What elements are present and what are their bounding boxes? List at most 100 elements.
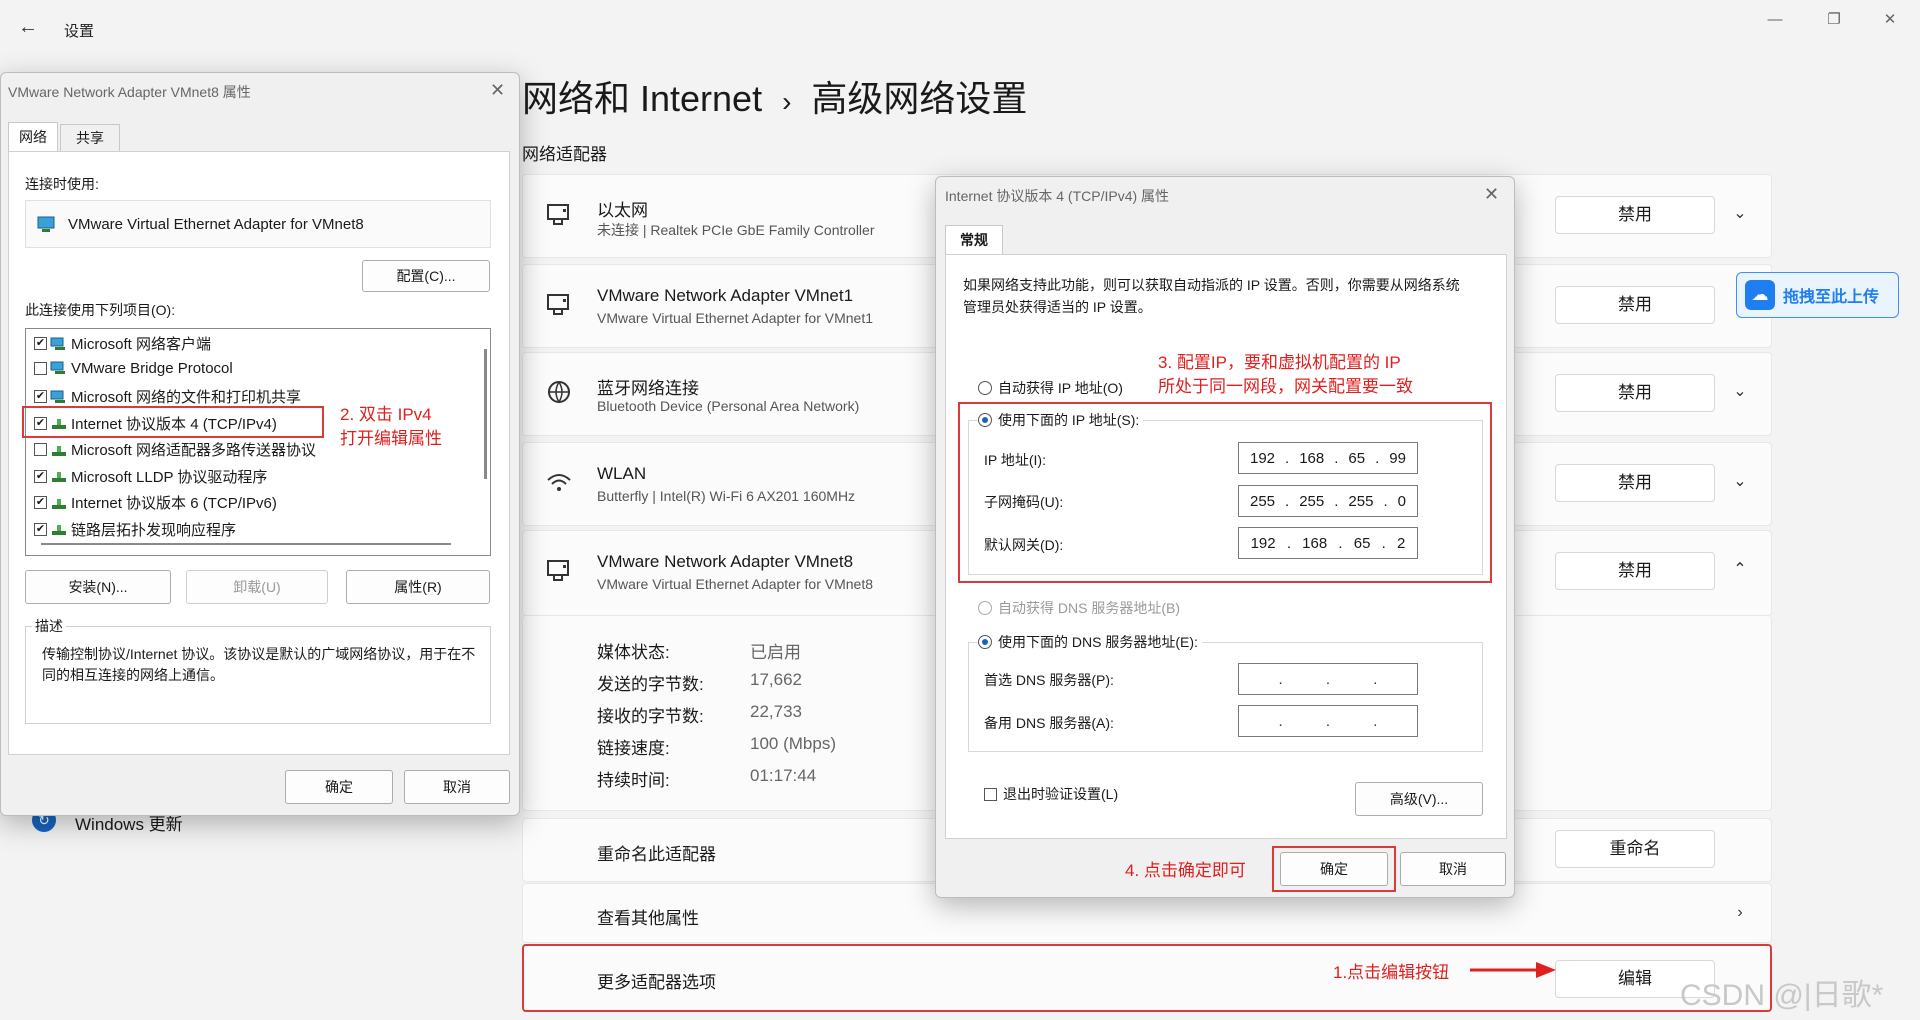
alternate-dns-input[interactable]: . . . bbox=[1238, 705, 1418, 737]
manual-ip-radio[interactable] bbox=[978, 413, 992, 427]
props-cancel-button[interactable]: 取消 bbox=[404, 770, 510, 804]
detail-label: 持续时间: bbox=[597, 771, 670, 790]
section-title: 网络适配器 bbox=[522, 145, 607, 164]
annotation-step3-line2: 所处于同一网段，网关配置要一致 bbox=[1158, 377, 1413, 396]
item-checkbox[interactable] bbox=[34, 443, 47, 456]
breadcrumb: 网络和 Internet › 高级网络设置 bbox=[522, 70, 1027, 122]
chevron-down-icon[interactable]: ⌄ bbox=[1730, 472, 1750, 492]
ip-octet: 168 bbox=[1299, 449, 1325, 467]
validate-option[interactable]: 退出时验证设置(L) bbox=[984, 784, 1118, 804]
adapter-subtitle: Butterfly | Intel(R) Wi-Fi 6 AX201 160MH… bbox=[597, 488, 856, 504]
chevron-up-icon[interactable]: ⌃ bbox=[1730, 560, 1750, 580]
minimize-icon[interactable]: — bbox=[1755, 8, 1795, 32]
annotation-step1: 1.点击编辑按钮 bbox=[1333, 963, 1450, 982]
rename-button[interactable]: 重命名 bbox=[1555, 830, 1715, 868]
list-item[interactable]: ✔ Microsoft LLDP 协议驱动程序 bbox=[34, 466, 267, 487]
props-ok-button[interactable]: 确定 bbox=[285, 770, 393, 804]
annotation-step2-line1: 2. 双击 IPv4 bbox=[340, 405, 432, 424]
validate-checkbox[interactable] bbox=[984, 787, 997, 801]
item-checkbox[interactable]: ✔ bbox=[34, 337, 47, 350]
annotation-step4: 4. 点击确定即可 bbox=[1125, 861, 1246, 880]
breadcrumb-parent[interactable]: 网络和 Internet bbox=[522, 78, 762, 119]
tab-general[interactable]: 常规 bbox=[945, 225, 1003, 255]
list-item[interactable]: VMware Bridge Protocol bbox=[34, 360, 233, 377]
watermark: CSDN @|日歌* bbox=[1680, 979, 1884, 1012]
manual-ip-option[interactable]: 使用下面的 IP 地址(S): bbox=[978, 410, 1144, 430]
tab-sharing[interactable]: 共享 bbox=[60, 124, 120, 152]
network-client-icon bbox=[50, 337, 68, 351]
list-item[interactable]: Microsoft 网络适配器多路传送器协议 bbox=[34, 439, 316, 460]
install-button[interactable]: 安装(N)... bbox=[25, 570, 171, 604]
advanced-button[interactable]: 高级(V)... bbox=[1355, 782, 1483, 816]
adapter-name: VMware Virtual Ethernet Adapter for VMne… bbox=[68, 215, 364, 233]
item-checkbox[interactable]: ✔ bbox=[34, 469, 47, 483]
list-item[interactable]: ✔ Internet 协议版本 6 (TCP/IPv6) bbox=[34, 492, 277, 513]
ipv4-cancel-button[interactable]: 取消 bbox=[1400, 852, 1506, 886]
item-label: Microsoft 网络客户端 bbox=[71, 336, 212, 353]
gateway-octet: 192 bbox=[1250, 534, 1276, 552]
disable-button[interactable]: 禁用 bbox=[1555, 464, 1715, 502]
maximize-icon[interactable]: ❐ bbox=[1814, 8, 1854, 32]
tab-network[interactable]: 网络 bbox=[8, 122, 58, 152]
item-checkbox[interactable] bbox=[34, 361, 47, 375]
detail-label: 链接速度: bbox=[597, 739, 670, 758]
ipv4-dialog-close-icon[interactable]: ✕ bbox=[1484, 184, 1499, 205]
disable-button[interactable]: 禁用 bbox=[1555, 196, 1715, 234]
network-adapter-icon bbox=[37, 216, 55, 232]
item-checkbox[interactable]: ✔ bbox=[34, 496, 47, 509]
detail-value: 22,733 bbox=[750, 702, 802, 721]
globe-icon bbox=[545, 378, 573, 406]
ip-address-input[interactable]: 192. 168. 65. 99 bbox=[1238, 442, 1418, 474]
disable-button[interactable]: 禁用 bbox=[1555, 552, 1715, 590]
list-item[interactable]: ✔ 链路层拓扑发现响应程序 bbox=[34, 519, 236, 540]
close-icon[interactable]: ✕ bbox=[1870, 8, 1910, 32]
detail-value: 17,662 bbox=[750, 670, 802, 689]
adapter-subtitle: VMware Virtual Ethernet Adapter for VMne… bbox=[597, 576, 873, 592]
disable-button[interactable]: 禁用 bbox=[1555, 374, 1715, 412]
disable-button[interactable]: 禁用 bbox=[1555, 286, 1715, 324]
item-checkbox[interactable]: ✔ bbox=[34, 390, 47, 403]
adapter-field: VMware Virtual Ethernet Adapter for VMne… bbox=[25, 200, 491, 248]
ethernet-icon bbox=[545, 556, 573, 584]
auto-dns-radio bbox=[978, 601, 992, 615]
list-hscrollbar[interactable] bbox=[41, 543, 451, 545]
ip-octet: 192 bbox=[1250, 449, 1276, 467]
manual-dns-option[interactable]: 使用下面的 DNS 服务器地址(E): bbox=[978, 632, 1202, 652]
detail-label: 媒体状态: bbox=[597, 643, 670, 662]
chevron-down-icon[interactable]: ⌄ bbox=[1730, 382, 1750, 402]
configure-button[interactable]: 配置(C)... bbox=[362, 260, 490, 292]
breadcrumb-separator: › bbox=[782, 86, 792, 117]
back-arrow-icon[interactable]: ← bbox=[18, 16, 40, 38]
chevron-down-icon[interactable]: ⌄ bbox=[1730, 204, 1750, 224]
list-item[interactable]: ✔ Microsoft 网络客户端 bbox=[34, 333, 211, 354]
item-label: Internet 协议版本 6 (TCP/IPv6) bbox=[71, 495, 277, 512]
list-item[interactable]: ✔ Microsoft 网络的文件和打印机共享 bbox=[34, 386, 301, 407]
annotation-step3-line1: 3. 配置IP，要和虚拟机配置的 IP bbox=[1158, 353, 1401, 372]
adapter-subtitle: Bluetooth Device (Personal Area Network) bbox=[597, 398, 860, 414]
ip-octet: 65 bbox=[1348, 449, 1366, 467]
preferred-dns-input[interactable]: . . . bbox=[1238, 663, 1418, 695]
list-scrollbar[interactable] bbox=[484, 349, 487, 479]
chevron-right-icon: › bbox=[1737, 904, 1743, 921]
upload-badge[interactable]: ☁ 拖拽至此上传 bbox=[1736, 272, 1899, 318]
auto-ip-option[interactable]: 自动获得 IP 地址(O) bbox=[978, 378, 1123, 398]
more-options-label: 更多适配器选项 bbox=[597, 973, 716, 992]
manual-dns-radio[interactable] bbox=[978, 635, 992, 649]
ipv4-ok-button[interactable]: 确定 bbox=[1280, 852, 1388, 886]
alternate-dns-label: 备用 DNS 服务器(A): bbox=[984, 715, 1114, 731]
subnet-mask-input[interactable]: 255. 255. 255. 0 bbox=[1238, 485, 1418, 517]
mask-octet: 255 bbox=[1250, 492, 1276, 510]
properties-button[interactable]: 属性(R) bbox=[346, 570, 490, 604]
network-client-icon bbox=[50, 390, 68, 404]
description-label: 描述 bbox=[32, 616, 66, 636]
protocol-icon bbox=[50, 469, 68, 483]
item-label: Microsoft LLDP 协议驱动程序 bbox=[71, 468, 268, 486]
connect-using-label: 连接时使用: bbox=[25, 176, 99, 192]
props-dialog-close-icon[interactable]: ✕ bbox=[490, 80, 505, 101]
mask-octet: 0 bbox=[1397, 492, 1406, 510]
item-checkbox[interactable]: ✔ bbox=[34, 522, 47, 536]
validate-label: 退出时验证设置(L) bbox=[1003, 786, 1119, 802]
gateway-input[interactable]: 192. 168. 65. 2 bbox=[1238, 527, 1418, 559]
auto-ip-radio[interactable] bbox=[978, 381, 992, 395]
auto-ip-label: 自动获得 IP 地址(O) bbox=[998, 380, 1123, 396]
